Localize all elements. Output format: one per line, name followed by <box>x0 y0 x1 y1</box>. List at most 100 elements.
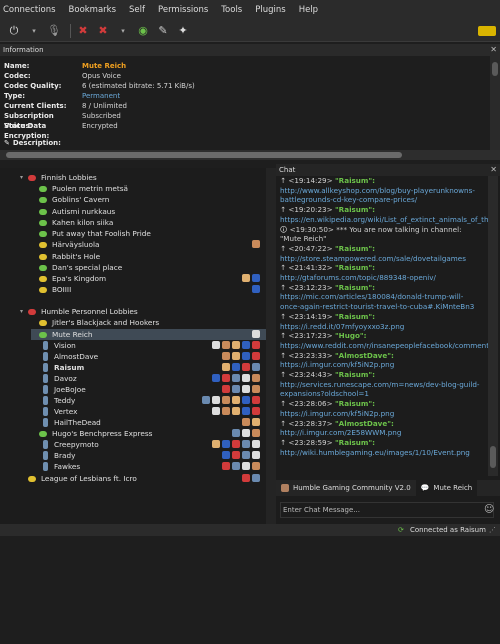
menu-bookmarks[interactable]: Bookmarks <box>69 5 117 15</box>
message-link[interactable]: http://www.allkeyshop.com/blog/buy-playe… <box>280 186 475 205</box>
whisper-icon[interactable]: ✦ <box>175 23 191 39</box>
channel-11[interactable]: ▾ Humble Personnel Lobbies <box>20 306 138 317</box>
client-name: Brady <box>54 451 76 460</box>
status-badge-icon <box>232 462 240 470</box>
menu-connections[interactable]: Connections <box>3 5 56 15</box>
info-row-encryption: Voice Data Encryption: Encrypted <box>4 121 484 140</box>
channel-icon <box>39 241 47 248</box>
message-author[interactable]: "Hugo": <box>335 331 367 340</box>
dropdown-icon[interactable]: ▾ <box>26 23 42 39</box>
status-badge-icon <box>242 440 250 448</box>
resize-grip-icon[interactable]: ⋰ <box>489 524 496 536</box>
message-author[interactable]: "AlmostDave": <box>335 351 394 360</box>
expand-arrow-icon[interactable]: ▾ <box>20 172 28 183</box>
menu-self[interactable]: Self <box>129 5 145 15</box>
tab-channel-chat[interactable]: 💬 Mute Reich <box>415 480 478 496</box>
channel-15[interactable]: League of Lesbians ft. Icro <box>20 473 137 484</box>
client-8[interactable]: Creepymoto <box>43 439 99 450</box>
message-author[interactable]: "Raisum": <box>335 438 375 447</box>
menu-permissions[interactable]: Permissions <box>158 5 208 15</box>
plugin-badge-icon[interactable] <box>478 26 496 36</box>
connect-icon[interactable]: ⏻ <box>6 23 22 39</box>
client-6[interactable]: Vertex <box>43 406 77 417</box>
message-author[interactable]: "Raisum": <box>335 205 375 214</box>
message-link[interactable]: https://mic.com/articles/180084/donald-t… <box>280 292 474 311</box>
row-status-icons <box>212 341 260 350</box>
message-link[interactable]: https://www.reddit.com/r/insanepeoplefac… <box>280 341 488 350</box>
message-link[interactable]: https://en.wikipedia.org/wiki/List_of_ex… <box>280 215 488 224</box>
status-badge-icon <box>202 396 210 404</box>
message-link[interactable]: http://services.runescape.com/m=news/dev… <box>280 380 480 399</box>
client-5[interactable]: Teddy <box>43 395 75 406</box>
channel-0[interactable]: ▾ Finnish Lobbies <box>20 172 97 183</box>
splitter-scrollbar[interactable] <box>0 150 500 160</box>
message-link[interactable]: https://i.imgur.com/kf5iN2p.png <box>280 360 394 369</box>
menu-plugins[interactable]: Plugins <box>255 5 285 15</box>
away-icon[interactable]: ✎ <box>155 23 171 39</box>
client-4[interactable]: JoeBoJoe <box>43 384 86 395</box>
client-mic-icon <box>43 341 48 350</box>
message-link[interactable]: https://i.redd.it/07mfyoyxxo3z.png <box>280 322 404 331</box>
channel-2[interactable]: Goblins' Cavern <box>31 194 109 205</box>
channel-6[interactable]: Härväysluola <box>31 239 99 250</box>
chat-scrollbar[interactable] <box>488 176 498 476</box>
channel-1[interactable]: Puolen metrin metsä <box>31 183 128 194</box>
client-7[interactable]: HailTheDead <box>43 417 101 428</box>
info-scrollbar[interactable] <box>490 56 500 150</box>
message-author[interactable]: "AlmostDave": <box>335 419 394 428</box>
emoji-icon[interactable]: ☺ <box>484 504 494 515</box>
client-2[interactable]: Raisum <box>43 362 84 373</box>
status-badge-icon <box>212 374 220 382</box>
info-row-quality: Codec Quality: 6 (estimated bitrate: 5.7… <box>4 81 484 91</box>
subscribe-icon[interactable]: ◉ <box>135 23 151 39</box>
message-link[interactable]: http://store.steampowered.com/sale/dovet… <box>280 254 466 263</box>
message-author[interactable]: "Raisum": <box>335 399 375 408</box>
message-link[interactable]: http://i.imgur.com/2E58WWM.png <box>280 428 401 437</box>
menu-help[interactable]: Help <box>299 5 318 15</box>
channel-3[interactable]: Autismi nurkkaus <box>31 206 115 217</box>
dropdown-icon[interactable]: ▾ <box>115 23 131 39</box>
message-author[interactable]: "Raisum": <box>335 312 375 321</box>
menu-tools[interactable]: Tools <box>221 5 242 15</box>
message-author[interactable]: "Raisum": <box>335 370 375 379</box>
message-link[interactable]: http://wiki.humblegaming.eu/images/1/10/… <box>280 448 470 457</box>
channel-8[interactable]: Dan's special place <box>31 262 122 273</box>
message-author[interactable]: "Raisum": <box>335 176 375 185</box>
client-name: Davoz <box>54 374 77 383</box>
client-0[interactable]: Vision <box>43 340 76 351</box>
expand-arrow-icon[interactable]: ▾ <box>20 306 28 317</box>
client-10[interactable]: Fawkes <box>43 461 80 472</box>
message-author[interactable]: "Raisum": <box>335 263 375 272</box>
client-1[interactable]: AlmostDave <box>43 351 98 362</box>
channel-12[interactable]: Jitler's Blackjack and Hookers <box>31 317 159 328</box>
chat-input[interactable]: Enter Chat Message... <box>280 502 494 518</box>
channel-13[interactable]: Mute Reich <box>31 329 270 340</box>
channel-9[interactable]: Epa's Kingdom <box>31 273 106 284</box>
message-author[interactable]: "Raisum": <box>335 244 375 253</box>
status-badge-icon <box>242 274 250 282</box>
channel-7[interactable]: Rabbit's Hole <box>31 251 100 262</box>
channel-10[interactable]: BOIIII <box>31 284 71 295</box>
message-link[interactable]: http://gtaforums.com/topic/889348-openiv… <box>280 273 436 282</box>
splitter-scrollbar-thumb[interactable] <box>6 152 402 158</box>
client-3[interactable]: Davoz <box>43 373 77 384</box>
chat-log[interactable]: ↑ <19:14:29> "Raisum": http://www.allkey… <box>276 176 488 644</box>
tab-server-chat[interactable]: Humble Gaming Community V2.0 <box>276 480 416 496</box>
close-icon[interactable]: ✕ <box>490 164 497 176</box>
row-status-icons <box>242 274 260 283</box>
client-9[interactable]: Brady <box>43 450 75 461</box>
channel-14[interactable]: Hugo's Benchpress Express <box>31 428 152 439</box>
chat-message: ↑ <23:12:23> "Raisum": https://mic.com/a… <box>276 283 488 312</box>
mute-input-icon[interactable]: ✖ <box>75 23 91 39</box>
message-link[interactable]: https://i.imgur.com/kf5iN2p.png <box>280 409 394 418</box>
close-icon[interactable]: ✕ <box>490 44 497 56</box>
message-time: <19:20:23> <box>288 205 335 215</box>
tree-scrollbar[interactable] <box>266 168 276 524</box>
message-author[interactable]: "Raisum": <box>335 283 375 292</box>
microphone-icon[interactable]: 🎙 <box>46 23 62 39</box>
info-scrollbar-thumb[interactable] <box>492 62 498 76</box>
channel-5[interactable]: Put away that Foolish Pride <box>31 228 151 239</box>
mute-output-icon[interactable]: ✖ <box>95 23 111 39</box>
chat-scrollbar-thumb[interactable] <box>490 446 496 468</box>
channel-4[interactable]: Kahen kilon siika <box>31 217 113 228</box>
